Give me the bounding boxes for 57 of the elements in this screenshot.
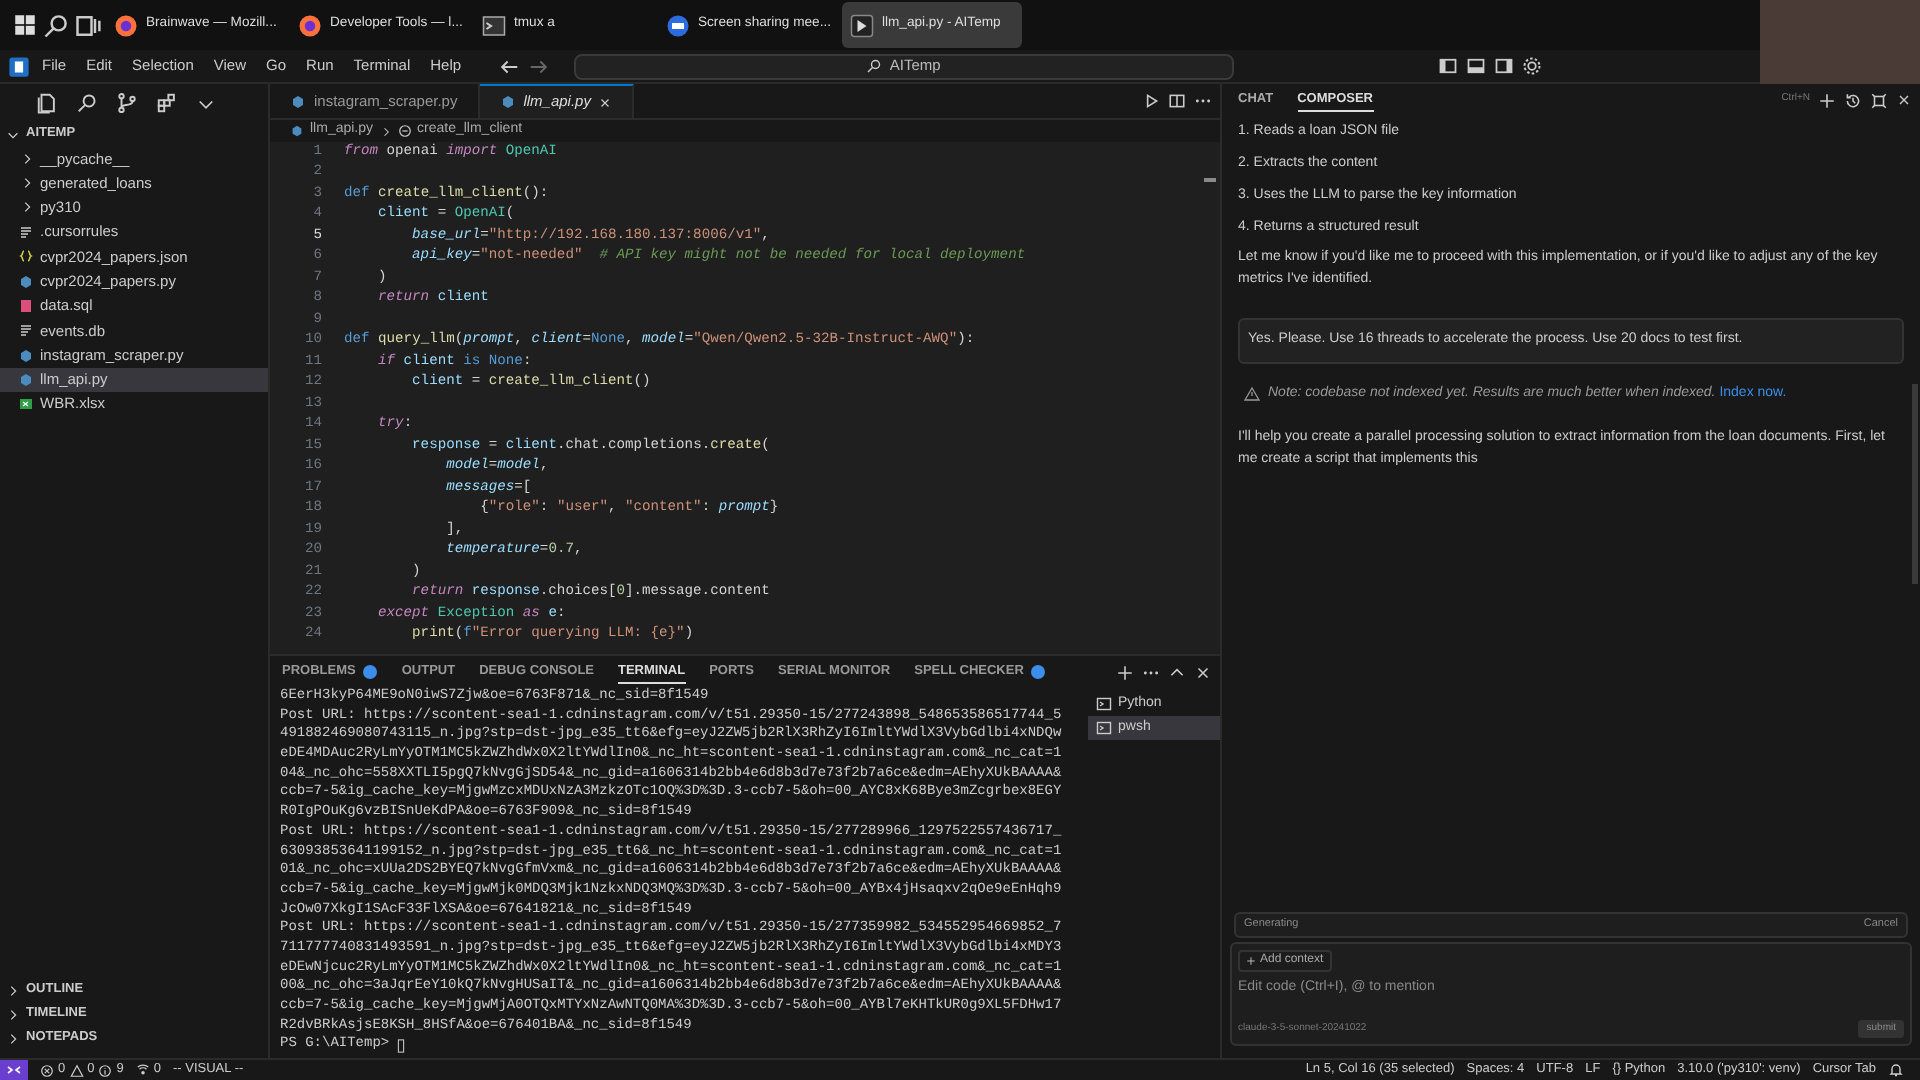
search-icon (865, 58, 882, 74)
close-icon[interactable] (1896, 92, 1912, 108)
broadcast-icon (135, 1063, 150, 1077)
toggle-panel-icon[interactable] (1465, 56, 1486, 76)
plus-icon (1246, 956, 1256, 966)
video-call-icon (666, 13, 690, 37)
terminal-icon (1096, 696, 1112, 712)
notifications-icon[interactable] (1888, 1062, 1904, 1078)
browser-icon (114, 13, 138, 37)
run-icon[interactable] (1142, 92, 1160, 110)
history-icon[interactable] (1844, 91, 1862, 109)
browser-icon (298, 13, 322, 37)
spreadsheet-file-icon (18, 396, 34, 413)
close-icon[interactable] (598, 95, 613, 109)
symbol-icon (397, 124, 412, 138)
expand-icon[interactable] (1870, 91, 1888, 109)
python-file-icon (290, 124, 304, 138)
scrollbar-thumb[interactable] (1912, 384, 1918, 584)
badge-dot-icon (1029, 664, 1046, 680)
settings-icon[interactable] (1521, 56, 1542, 76)
task-view-icon[interactable] (74, 11, 102, 39)
chevron-down-icon (6, 127, 20, 141)
chevron-right-icon (379, 125, 392, 137)
chevron-up-icon[interactable] (1168, 663, 1186, 681)
error-icon (40, 1063, 54, 1077)
text-cursor-icon (393, 1038, 408, 1055)
lines-file-icon (18, 224, 34, 241)
terminal-icon (482, 13, 506, 37)
toggle-sidebar-icon[interactable] (1437, 56, 1458, 76)
terminal-icon (1096, 720, 1112, 736)
scrollbar-thumb[interactable] (1204, 178, 1216, 182)
warning-icon (1244, 385, 1260, 402)
search-icon[interactable] (42, 11, 70, 39)
python-file-icon (18, 273, 34, 290)
search-icon[interactable] (76, 92, 98, 114)
close-icon[interactable] (1194, 663, 1212, 681)
remote-icon (6, 1062, 22, 1078)
source-control-icon[interactable] (116, 92, 138, 114)
warning-icon (69, 1063, 84, 1077)
python-file-icon (499, 94, 516, 110)
braces-file-icon (18, 248, 34, 265)
forward-arrow-icon[interactable] (527, 55, 550, 77)
toggle-secondary-sidebar-icon[interactable] (1493, 56, 1514, 76)
files-icon[interactable] (36, 92, 58, 114)
windows-start-icon[interactable] (12, 12, 38, 38)
split-editor-icon[interactable] (1168, 92, 1186, 110)
code-editor-icon (850, 13, 874, 37)
badge-dot-icon (361, 664, 378, 680)
plus-icon[interactable] (1818, 91, 1836, 109)
app-logo-icon (8, 55, 30, 77)
info-icon (98, 1063, 113, 1077)
back-arrow-icon[interactable] (497, 55, 520, 77)
database-file-icon (18, 297, 34, 314)
extensions-icon[interactable] (156, 92, 178, 114)
plus-icon[interactable] (1116, 663, 1134, 681)
lines-file-icon (18, 322, 34, 339)
remote-button[interactable] (0, 1060, 28, 1080)
